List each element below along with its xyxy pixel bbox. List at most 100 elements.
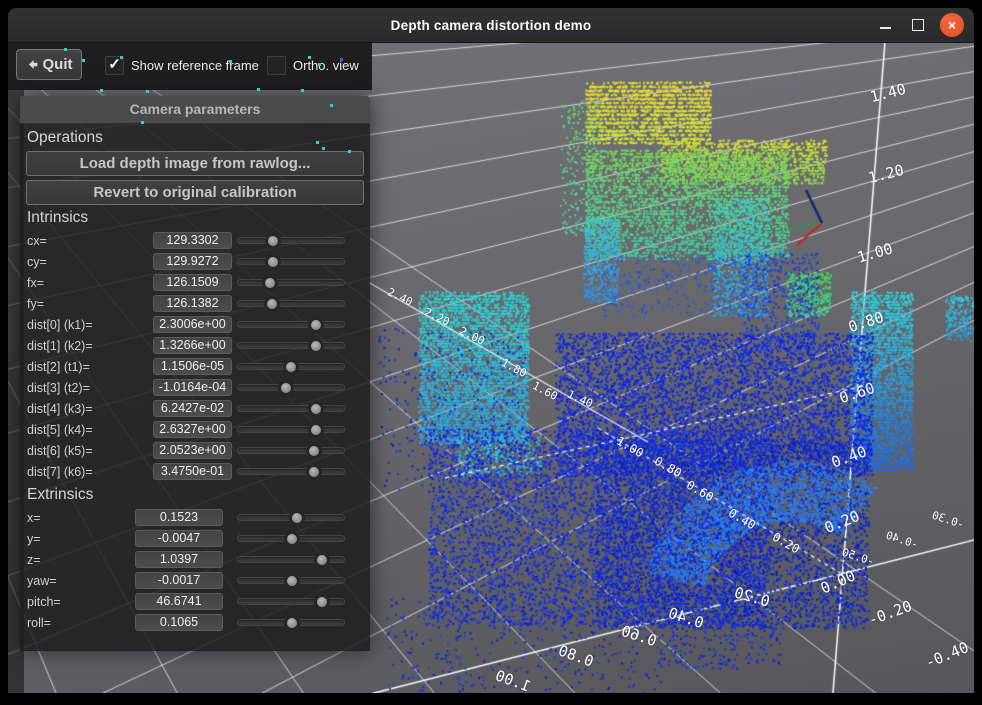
app-window: 1.401.201.000.800.600.400.200.00-0.20-0.… [0, 0, 982, 705]
dist4-k3-label: dist[4] (k3)= [27, 402, 93, 416]
show-reference-frame-label: Show reference frame [131, 58, 259, 73]
y-slider[interactable] [237, 530, 345, 547]
extrinsics-rows: x= 0.1523 y= -0.0047 z= 1.0397 yaw= -0.0… [20, 509, 370, 631]
z-field[interactable]: 1.0397 [135, 551, 223, 568]
yaw-row: yaw= -0.0017 [20, 572, 370, 589]
dist6-k5-field[interactable]: 2.0523e+00 [153, 442, 232, 459]
fy-field[interactable]: 126.1382 [153, 295, 232, 312]
dist4-k3-field[interactable]: 6.2427e-02 [153, 400, 232, 417]
close-button[interactable]: × [940, 13, 964, 37]
pointcloud-speck [141, 121, 144, 124]
operations-heading: Operations [27, 129, 370, 148]
dist3-t2-field[interactable]: -1.0164e-04 [153, 379, 232, 396]
pointcloud-speck [316, 141, 319, 144]
yaw-slider[interactable] [237, 572, 345, 589]
dist7-k6-label: dist[7] (k6)= [27, 465, 93, 479]
roll-row: roll= 0.1065 [20, 614, 370, 631]
quit-button[interactable]: Quit [16, 49, 82, 80]
toolbar: Quit ✓ Show reference frame Ortho. view [8, 42, 372, 90]
dist2-t1-slider[interactable] [237, 358, 345, 375]
window-title: Depth camera distortion demo [391, 18, 592, 33]
dist0-k1-field[interactable]: 2.3006e+00 [153, 316, 232, 333]
cy-row: cy= 129.9272 [20, 253, 370, 270]
dist0-k1-row: dist[0] (k1)= 2.3006e+00 [20, 316, 370, 333]
dist1-k2-field[interactable]: 1.3266e+00 [153, 337, 232, 354]
fx-slider[interactable] [237, 274, 345, 291]
dist1-k2-slider[interactable] [237, 337, 345, 354]
dist5-k4-row: dist[5] (k4)= 2.6327e+00 [20, 421, 370, 438]
pointcloud-speck [82, 59, 85, 62]
y-row: y= -0.0047 [20, 530, 370, 547]
dist3-t2-slider[interactable] [237, 379, 345, 396]
cx-row: cx= 129.3302 [20, 232, 370, 249]
dist5-k4-field[interactable]: 2.6327e+00 [153, 421, 232, 438]
maximize-button[interactable] [907, 14, 929, 36]
pointcloud-speck [301, 89, 304, 92]
titlebar: Depth camera distortion demo × [8, 8, 974, 43]
minimize-icon [880, 27, 891, 29]
pointcloud-speck [322, 147, 325, 150]
extrinsics-heading: Extrinsics [27, 486, 370, 505]
pointcloud-speck [340, 58, 343, 61]
dist3-t2-label: dist[3] (t2)= [27, 381, 90, 395]
dist5-k4-label: dist[5] (k4)= [27, 423, 93, 437]
y-label: y= [27, 532, 41, 546]
cx-label: cx= [27, 234, 47, 248]
pitch-field[interactable]: 46.6741 [135, 593, 223, 610]
dist0-k1-label: dist[0] (k1)= [27, 318, 93, 332]
load-depth-image-button[interactable]: Load depth image from rawlog... [26, 151, 364, 176]
dist6-k5-label: dist[6] (k5)= [27, 444, 93, 458]
x-slider[interactable] [237, 509, 345, 526]
dist6-k5-slider[interactable] [237, 442, 345, 459]
cy-field[interactable]: 129.9272 [153, 253, 232, 270]
x-field[interactable]: 0.1523 [135, 509, 223, 526]
pointcloud-speck [120, 56, 123, 59]
yaw-field[interactable]: -0.0017 [135, 572, 223, 589]
fy-row: fy= 126.1382 [20, 295, 370, 312]
dist0-k1-slider[interactable] [237, 316, 345, 333]
fx-row: fx= 126.1509 [20, 274, 370, 291]
revert-calibration-button[interactable]: Revert to original calibration [26, 180, 364, 205]
checkmark-icon: ✓ [108, 57, 121, 72]
roll-field[interactable]: 0.1065 [135, 614, 223, 631]
dist7-k6-slider[interactable] [237, 463, 345, 480]
panel-header[interactable]: Camera parameters [20, 96, 370, 124]
fy-slider[interactable] [237, 295, 345, 312]
roll-slider[interactable] [237, 614, 345, 631]
cx-slider[interactable] [237, 232, 345, 249]
fy-label: fy= [27, 297, 44, 311]
dist3-t2-row: dist[3] (t2)= -1.0164e-04 [20, 379, 370, 396]
dist2-t1-field[interactable]: 1.1506e-05 [153, 358, 232, 375]
dist4-k3-row: dist[4] (k3)= 6.2427e-02 [20, 400, 370, 417]
ortho-view-label: Ortho. view [293, 58, 359, 73]
z-slider[interactable] [237, 551, 345, 568]
show-reference-frame-option[interactable]: ✓ Show reference frame [105, 56, 259, 75]
dist1-k2-row: dist[1] (k2)= 1.3266e+00 [20, 337, 370, 354]
maximize-icon [912, 19, 924, 31]
dist5-k4-slider[interactable] [237, 421, 345, 438]
pointcloud-speck [348, 150, 351, 153]
pointcloud-speck [330, 104, 333, 107]
dist7-k6-field[interactable]: 3.4750e-01 [153, 463, 232, 480]
z-label: z= [27, 553, 41, 567]
pointcloud-speck [146, 90, 149, 93]
y-field[interactable]: -0.0047 [135, 530, 223, 547]
fx-field[interactable]: 126.1509 [153, 274, 232, 291]
cy-label: cy= [27, 255, 47, 269]
pitch-label: pitch= [27, 595, 61, 609]
dist7-k6-row: dist[7] (k6)= 3.4750e-01 [20, 463, 370, 480]
minimize-button[interactable] [874, 14, 896, 36]
cy-slider[interactable] [237, 253, 345, 270]
ortho-view-option[interactable]: Ortho. view [267, 56, 359, 75]
pointcloud-speck [318, 63, 321, 66]
dist6-k5-row: dist[6] (k5)= 2.0523e+00 [20, 442, 370, 459]
dist2-t1-label: dist[2] (t1)= [27, 360, 90, 374]
dist4-k3-slider[interactable] [237, 400, 345, 417]
x-row: x= 0.1523 [20, 509, 370, 526]
ortho-view-checkbox[interactable] [267, 56, 286, 75]
fx-label: fx= [27, 276, 44, 290]
quit-label: Quit [43, 56, 73, 73]
camera-parameters-panel: Camera parameters Operations Load depth … [20, 96, 370, 650]
pitch-slider[interactable] [237, 593, 345, 610]
cx-field[interactable]: 129.3302 [153, 232, 232, 249]
